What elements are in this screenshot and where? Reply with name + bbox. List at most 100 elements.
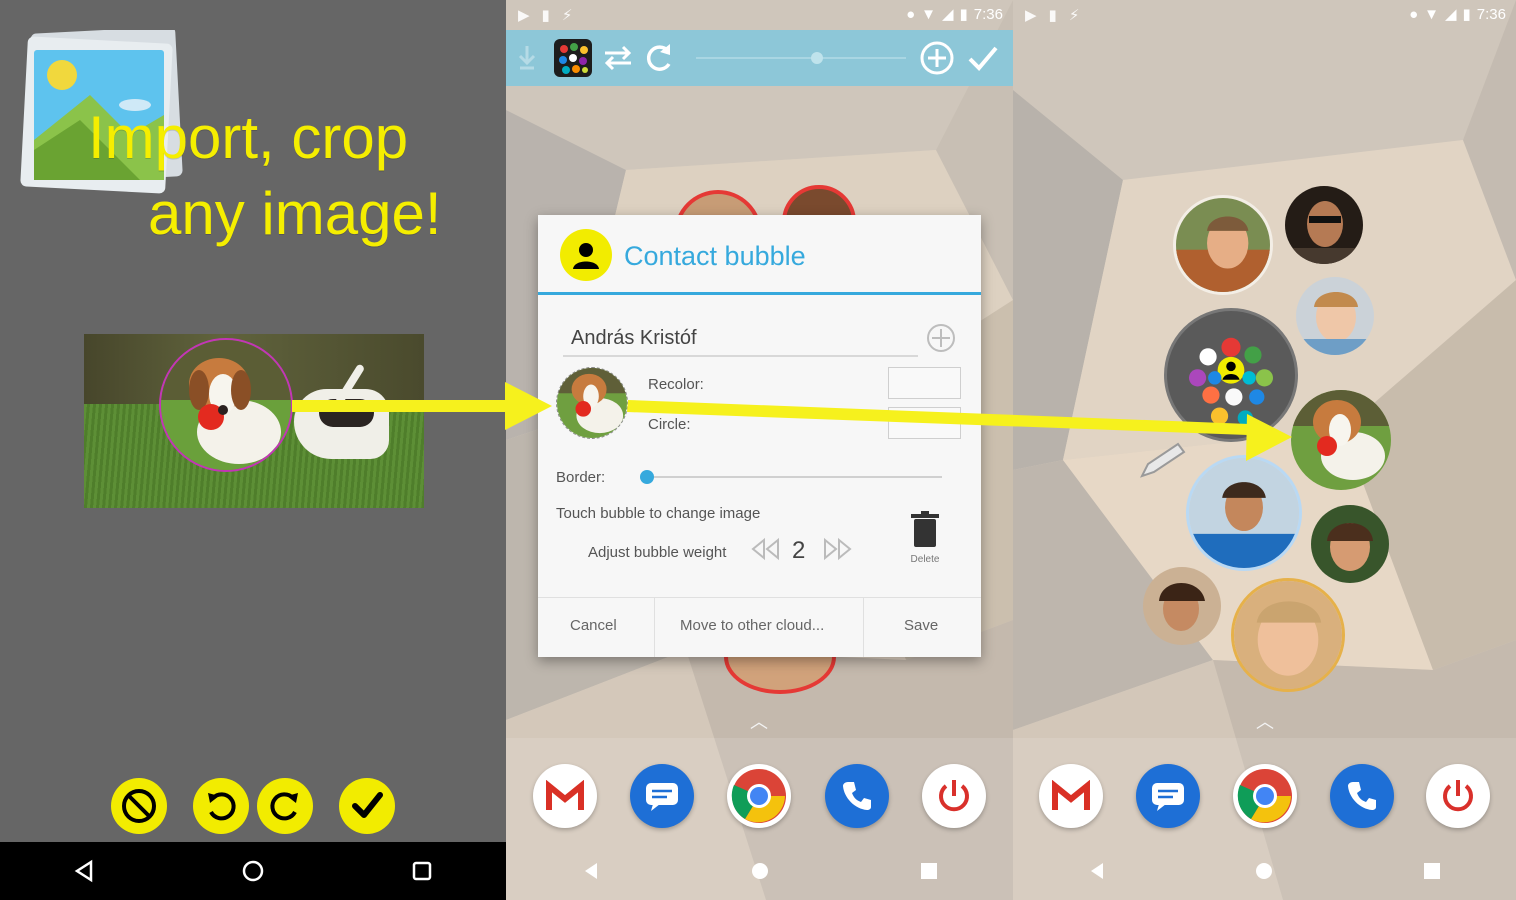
bubble-preview[interactable]	[556, 367, 628, 439]
gmail-icon	[546, 780, 584, 810]
contact-bubble-7[interactable]	[1231, 578, 1345, 692]
recent-apps-button[interactable]	[402, 851, 442, 891]
toolbar-slider[interactable]	[696, 52, 906, 64]
wifi-icon: ▼	[921, 5, 936, 23]
toolbar-slider-thumb[interactable]	[811, 52, 823, 64]
promo-line-2: any image!	[148, 180, 442, 247]
power-app[interactable]	[1426, 764, 1490, 828]
refresh-button[interactable]	[643, 42, 673, 79]
cancel-button[interactable]: Cancel	[570, 617, 617, 634]
signal-icon: ◢	[1444, 6, 1457, 23]
fast-forward-icon	[824, 537, 852, 561]
play-store-icon: ▶	[1025, 7, 1037, 24]
location-icon: ●	[906, 5, 916, 23]
back-button[interactable]	[64, 851, 104, 891]
sd-card-icon: ▮	[1048, 7, 1057, 24]
messages-icon	[1152, 783, 1184, 811]
battery-icon: ▮	[959, 6, 968, 23]
gmail-app[interactable]	[533, 764, 597, 828]
circle-swatch[interactable]	[888, 407, 961, 439]
weight-decrease-button[interactable]	[750, 537, 780, 566]
clock: 7:36	[973, 5, 1003, 23]
chrome-app[interactable]	[727, 764, 791, 828]
screenshot-collage: Import, crop any image! ▶ ▮ ⚡ ● ▼ ◢ ▮ 7:…	[0, 0, 1516, 900]
move-to-other-cloud-button[interactable]: Move to other cloud...	[680, 617, 824, 634]
border-slider-thumb[interactable]	[640, 470, 654, 484]
confirm-crop-button[interactable]	[339, 778, 395, 834]
location-icon: ●	[1409, 5, 1419, 23]
wifi-icon: ▼	[1424, 5, 1439, 23]
contact-bubble-6[interactable]	[1143, 567, 1221, 645]
contact-name-field[interactable]: András Kristóf	[563, 321, 918, 357]
contact-bubble-dog[interactable]	[1291, 390, 1391, 490]
phone-app[interactable]	[1330, 764, 1394, 828]
done-button[interactable]	[966, 42, 1000, 79]
battery-icon: ▮	[1462, 6, 1471, 23]
messages-icon	[646, 783, 678, 811]
phone-icon	[843, 782, 871, 810]
weight-increase-button[interactable]	[823, 537, 853, 566]
add-circle-icon	[920, 41, 954, 75]
gmail-app[interactable]	[1039, 764, 1103, 828]
rotate-left-button[interactable]	[193, 778, 249, 834]
save-button[interactable]: Save	[904, 617, 938, 634]
recent-apps-button[interactable]	[1412, 851, 1452, 891]
rotate-right-button[interactable]	[257, 778, 313, 834]
recent-apps-icon	[412, 861, 431, 881]
chrome-icon	[1237, 769, 1292, 823]
crop-source-image[interactable]	[84, 334, 424, 508]
pencil-icon[interactable]	[1138, 440, 1188, 485]
navigation-bar	[506, 842, 1013, 900]
messages-app[interactable]	[1136, 764, 1200, 828]
download-icon[interactable]	[518, 44, 536, 72]
navigation-bar	[1013, 842, 1516, 900]
power-icon	[1443, 780, 1473, 812]
phone-icon	[1348, 782, 1376, 810]
signal-icon: ◢	[941, 6, 954, 23]
power-app[interactable]	[922, 764, 986, 828]
bubble-cloud-app[interactable]	[1164, 308, 1298, 442]
cancel-crop-button[interactable]	[111, 778, 167, 834]
status-bar: ▶ ▮ ⚡ ● ▼ ◢ ▮ 7:36	[506, 0, 1013, 30]
back-icon	[584, 863, 597, 879]
border-slider[interactable]	[640, 470, 942, 484]
circle-label: Circle:	[648, 416, 691, 433]
add-circle-icon	[927, 324, 955, 352]
back-icon	[75, 859, 93, 883]
checkmark-icon	[968, 46, 998, 71]
contact-bubble-4[interactable]	[1186, 455, 1302, 571]
contact-bubble-3[interactable]	[1296, 277, 1374, 355]
footer-separator-2	[863, 597, 864, 657]
contact-bubble-5[interactable]	[1311, 505, 1389, 583]
expand-handle-icon[interactable]: ︿	[1256, 708, 1274, 734]
recolor-swatch[interactable]	[888, 367, 961, 399]
person-icon	[573, 243, 599, 269]
recent-apps-icon	[920, 863, 937, 879]
add-button[interactable]	[919, 40, 955, 81]
back-button[interactable]	[571, 851, 611, 891]
recent-apps-button[interactable]	[909, 851, 949, 891]
checkmark-icon	[352, 792, 383, 818]
contact-bubble-1[interactable]	[1173, 195, 1273, 295]
clock: 7:36	[1476, 5, 1506, 23]
editor-toolbar	[506, 30, 1013, 86]
flash-icon: ⚡	[1068, 7, 1080, 24]
contact-bubble-2[interactable]	[1285, 186, 1363, 264]
expand-handle-icon[interactable]: ︿	[750, 708, 768, 734]
phone-app[interactable]	[825, 764, 889, 828]
home-button[interactable]	[233, 851, 273, 891]
chrome-app[interactable]	[1233, 764, 1297, 828]
swap-button[interactable]	[601, 44, 635, 77]
weight-value: 2	[792, 537, 806, 564]
home-button[interactable]	[1244, 851, 1284, 891]
back-button[interactable]	[1077, 851, 1117, 891]
crop-circle[interactable]	[159, 338, 293, 472]
recolor-label: Recolor:	[648, 376, 704, 393]
home-button[interactable]	[740, 851, 780, 891]
play-store-icon: ▶	[518, 7, 530, 24]
add-contact-button[interactable]	[925, 322, 957, 354]
messages-app[interactable]	[630, 764, 694, 828]
app-icon[interactable]	[554, 39, 592, 77]
delete-button[interactable]: Delete	[904, 511, 946, 571]
refresh-icon	[646, 44, 671, 71]
